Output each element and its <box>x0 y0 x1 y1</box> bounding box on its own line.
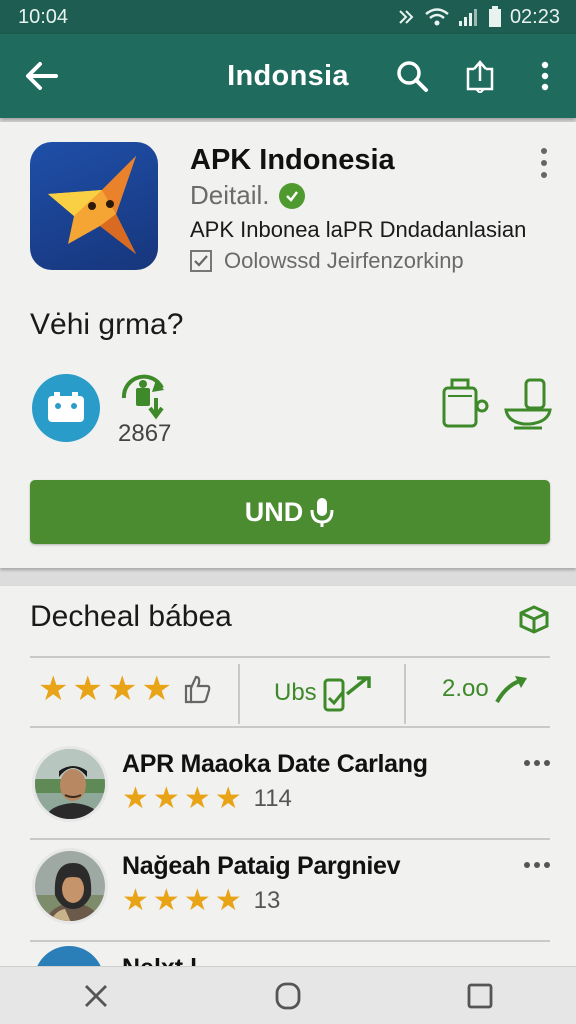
download-icon <box>118 372 174 420</box>
search-button[interactable] <box>392 56 432 96</box>
wifi-icon <box>425 8 449 26</box>
rating-summary[interactable]: ★ ★ ★ ★ <box>38 672 212 706</box>
review-overflow-icon[interactable] <box>524 862 550 868</box>
app-check-row[interactable]: Oolowssd Jeirfenzorkinp <box>190 248 464 274</box>
star-icon: ★ <box>152 884 180 917</box>
review-count: 13 <box>253 887 281 914</box>
avatar[interactable] <box>32 746 108 822</box>
star-icon: ★ <box>183 782 211 815</box>
verified-icon <box>279 182 306 209</box>
signal-icon <box>458 9 477 26</box>
status-bar: 10:04 02:23 <box>0 0 576 34</box>
review-count: 114 <box>253 785 292 812</box>
review-author: APR Maaoka Date Carlang <box>122 750 428 778</box>
app-detail-row: Deitail. <box>190 180 306 211</box>
washer-icon[interactable] <box>440 376 490 430</box>
star-icon: ★ <box>214 884 242 917</box>
sink-icon[interactable] <box>500 376 556 430</box>
app-detail-label: Deitail. <box>190 180 270 210</box>
stat-compat-label: Ubs <box>274 679 317 706</box>
box-icon[interactable] <box>518 604 550 634</box>
download-count: 2867 <box>118 420 172 447</box>
app-icon[interactable] <box>30 142 158 270</box>
install-button[interactable]: UND <box>30 480 550 544</box>
review-item[interactable]: Nağeah Pataig Pargniev ★ ★ ★ ★ 13 <box>30 842 550 942</box>
trend-arrow-icon <box>494 676 527 704</box>
reviews-section-title: Decheal bábea <box>30 600 232 633</box>
system-icons: 02:23 <box>396 6 560 29</box>
avatar[interactable] <box>32 848 108 924</box>
store-icon[interactable] <box>32 374 100 442</box>
close-nav-button[interactable] <box>76 976 116 1016</box>
recents-nav-button[interactable] <box>460 976 500 1016</box>
recents-nav-icon <box>467 983 493 1008</box>
status-time-right: 02:23 <box>509 5 560 28</box>
review-rating: ★ ★ ★ ★ 13 <box>122 886 280 916</box>
star-icon: ★ <box>122 782 149 815</box>
phone-arrow-icon <box>323 676 371 712</box>
overflow-menu-button[interactable] <box>525 56 565 96</box>
install-button-label: UND <box>244 496 304 527</box>
stats-divider <box>404 664 406 724</box>
search-icon <box>397 61 428 92</box>
star-icon: ★ <box>152 782 180 815</box>
reviews-card: Decheal bábea ★ ★ ★ ★ Ubs 2.oo APR Maaok… <box>0 586 576 966</box>
review-item[interactable]: APR Maaoka Date Carlang ★ ★ ★ ★ 114 <box>30 740 550 840</box>
star-icon: ★ <box>141 670 172 708</box>
avatar[interactable] <box>34 946 104 966</box>
star-icon: ★ <box>183 884 211 917</box>
star-icon: ★ <box>72 670 103 708</box>
review-rating: ★ ★ ★ ★ 114 <box>122 784 292 814</box>
star-icon: ★ <box>214 782 242 815</box>
question-text: Vėhi grma? <box>30 308 184 341</box>
home-nav-icon <box>275 982 301 1009</box>
card-overflow-icon[interactable] <box>536 148 552 178</box>
stat-compat[interactable]: Ubs <box>274 674 373 712</box>
checkbox-icon[interactable] <box>190 250 212 272</box>
close-nav-icon <box>85 984 107 1007</box>
star-icon: ★ <box>122 884 149 917</box>
stat-trend-label: 2.oo <box>442 675 489 702</box>
share-icon <box>466 60 494 93</box>
app-bar: Indonsia <box>0 34 576 118</box>
status-time-left: 10:04 <box>18 5 69 28</box>
star-logo-icon <box>48 156 136 254</box>
star-icon: ★ <box>106 670 138 708</box>
review-item-partial[interactable]: Nelxt l ........ <box>30 946 550 966</box>
mic-icon <box>310 498 334 527</box>
system-nav-bar <box>0 966 576 1024</box>
stats-divider <box>238 664 240 724</box>
nfc-icon <box>399 10 414 24</box>
home-nav-button[interactable] <box>268 976 308 1016</box>
thumb-icon <box>184 675 211 704</box>
stats-row: ★ ★ ★ ★ Ubs 2.oo <box>30 656 550 728</box>
share-button[interactable] <box>460 56 500 96</box>
app-subtitle: APK Inbonea laPR Dndadanlasian <box>190 217 527 242</box>
rating-stars: ★ ★ ★ ★ <box>38 672 172 706</box>
stat-trend[interactable]: 2.oo <box>442 674 529 704</box>
app-name: APK Indonesia <box>190 144 395 176</box>
review-overflow-icon[interactable] <box>524 760 550 766</box>
overflow-icon <box>541 61 549 91</box>
app-check-label: Oolowssd Jeirfenzorkinp <box>224 248 464 273</box>
review-author: Nağeah Pataig Pargniev <box>122 852 401 880</box>
star-icon: ★ <box>38 670 69 708</box>
battery-icon <box>488 6 501 27</box>
app-detail-card: APK Indonesia Deitail. APK Inbonea laPR … <box>0 122 576 568</box>
review-author: Nelxt l ........ <box>122 954 260 966</box>
